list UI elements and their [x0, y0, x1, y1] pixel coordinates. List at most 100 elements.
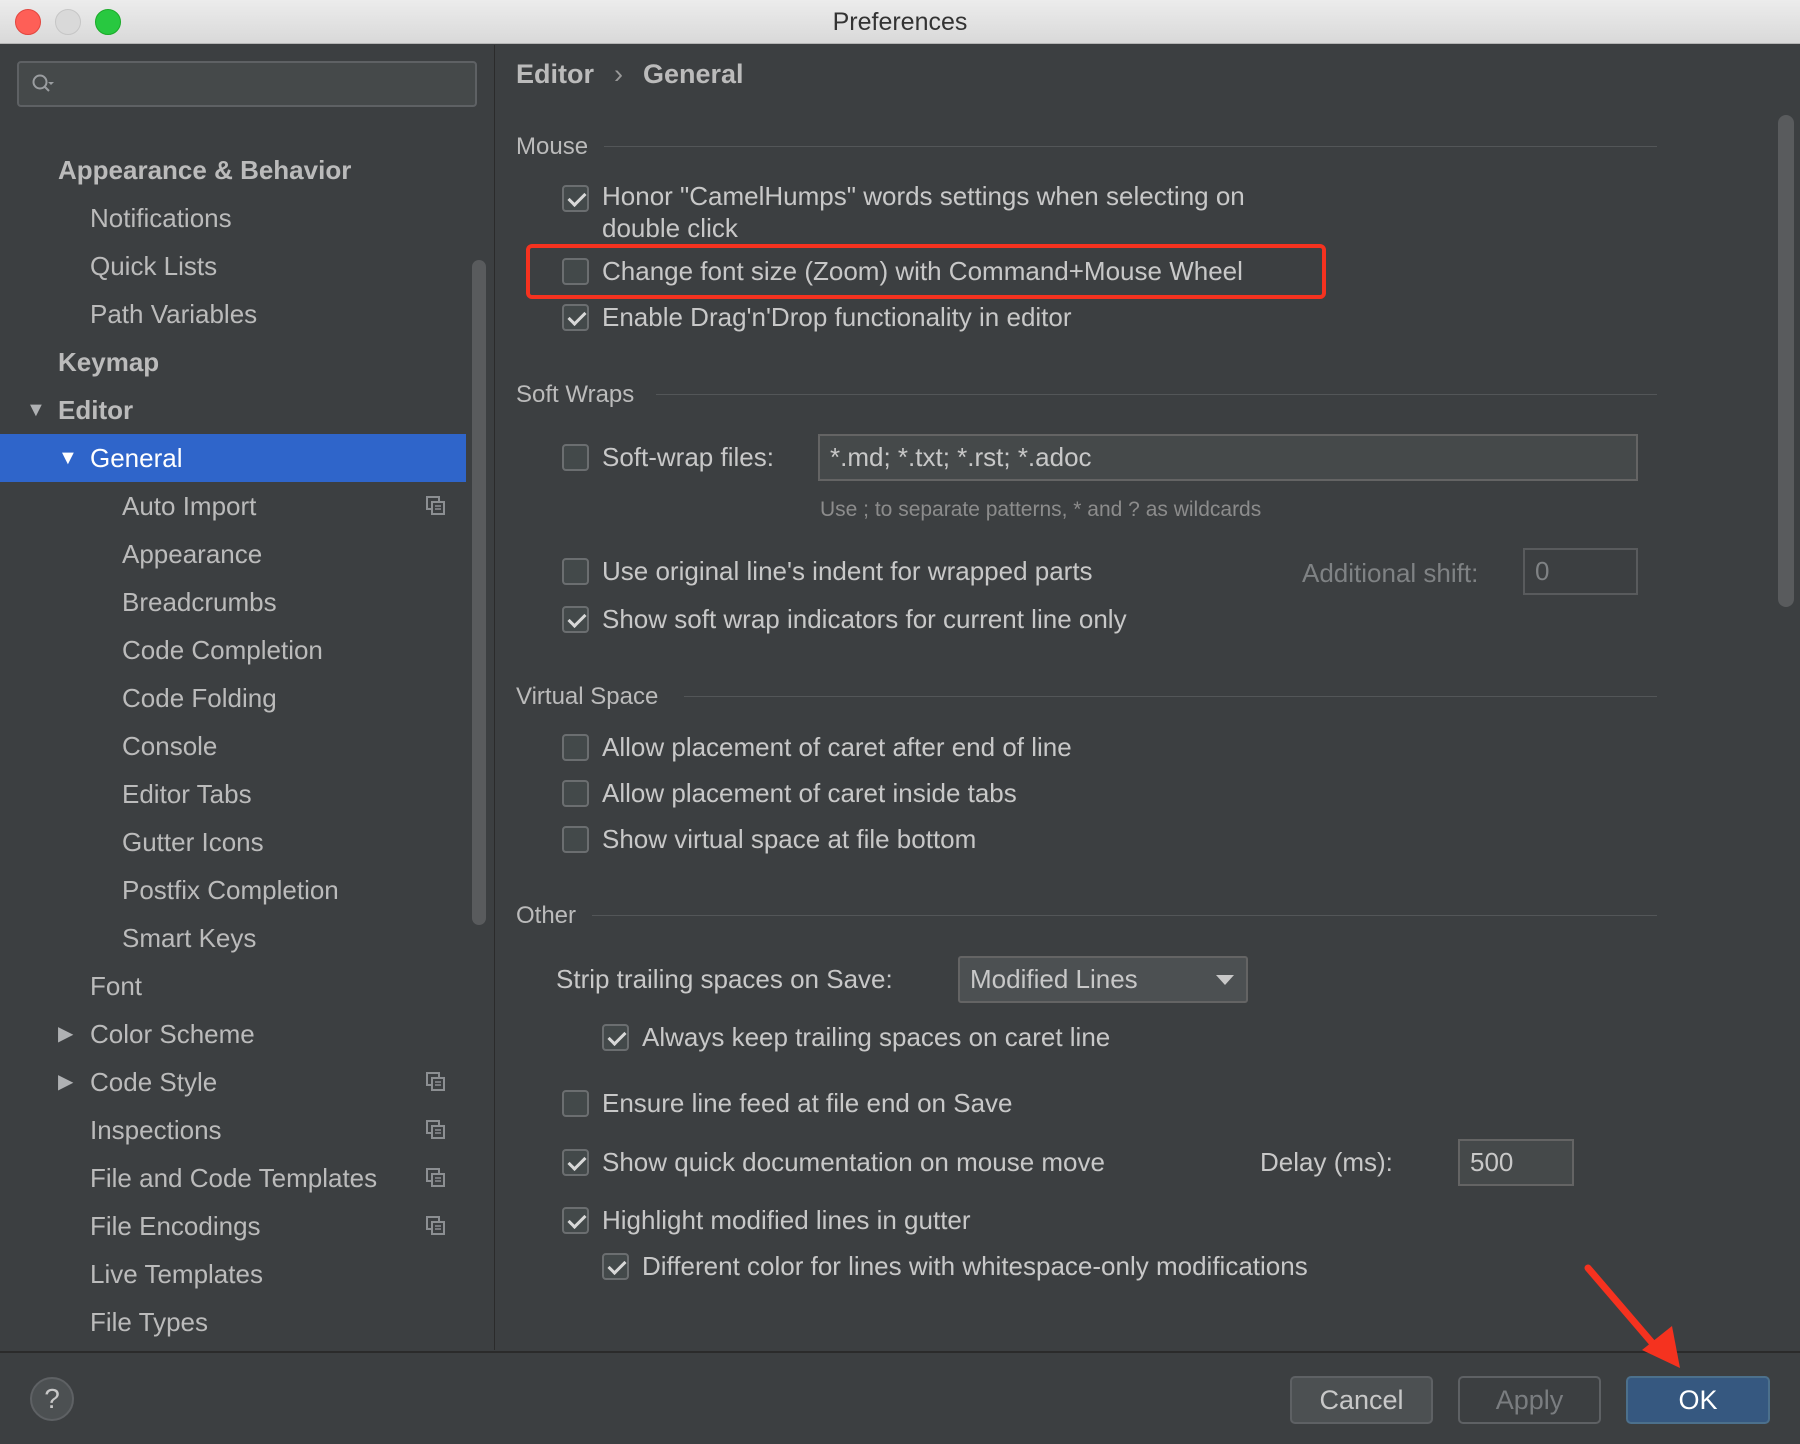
additional-shift-field[interactable]: 0	[1523, 548, 1638, 595]
sidebar-item-appearance[interactable]: Appearance	[0, 530, 466, 578]
virtual-space-bottom-label: Show virtual space at file bottom	[602, 824, 977, 854]
different-color-checkbox[interactable]	[602, 1253, 629, 1280]
collapsed-arrow-icon[interactable]: ▶	[58, 1010, 73, 1058]
content-scrollbar[interactable]	[1778, 115, 1794, 607]
section-title-soft-wraps: Soft Wraps	[516, 381, 635, 408]
sidebar-item-breadcrumbs[interactable]: Breadcrumbs	[0, 578, 466, 626]
settings-content: Editor › General Mouse Honor "CamelHumps" …	[496, 45, 1800, 1350]
sidebar-item-quick-lists[interactable]: Quick Lists	[0, 242, 466, 290]
highlight-modified-label: Highlight modified lines in gutter	[602, 1205, 971, 1235]
ok-button[interactable]: OK	[1626, 1376, 1770, 1424]
sidebar-item-file-encodings[interactable]: File Encodings	[0, 1202, 466, 1250]
sidebar-item-label: File Encodings	[90, 1211, 261, 1241]
project-settings-icon	[426, 1216, 445, 1235]
sidebar-item-label: Console	[122, 731, 218, 761]
sidebar-item-notifications[interactable]: Notifications	[0, 194, 466, 242]
sidebar-item-smart-keys[interactable]: Smart Keys	[0, 914, 466, 962]
strip-trailing-label: Strip trailing spaces on Save:	[556, 964, 893, 994]
sidebar-item-auto-import[interactable]: Auto Import	[0, 482, 466, 530]
sidebar-item-inspections[interactable]: Inspections	[0, 1106, 466, 1154]
camelhumps-checkbox[interactable]	[562, 185, 589, 212]
camelhumps-label: Honor "CamelHumps" words settings when s…	[602, 181, 1245, 211]
sidebar-item-label: Path Variables	[90, 299, 258, 329]
zoom-label: Change font size (Zoom) with Command+Mou…	[602, 256, 1243, 286]
breadcrumb-separator: ›	[614, 59, 623, 89]
additional-shift-label: Additional shift:	[1302, 558, 1479, 588]
dragdrop-checkbox[interactable]	[562, 304, 589, 331]
project-settings-icon	[426, 1168, 445, 1187]
apply-button[interactable]: Apply	[1458, 1376, 1601, 1424]
sidebar-item-keymap[interactable]: Keymap	[0, 338, 466, 386]
virtual-space-bottom-checkbox[interactable]	[562, 826, 589, 853]
line-feed-checkbox[interactable]	[562, 1090, 589, 1117]
section-title-virtual-space: Virtual Space	[516, 683, 659, 710]
dialog-button-bar: ? Cancel Apply OK	[0, 1351, 1800, 1444]
strip-trailing-value: Modified Lines	[970, 964, 1138, 994]
highlight-modified-checkbox[interactable]	[562, 1207, 589, 1234]
softwrap-files-checkbox[interactable]	[562, 444, 589, 471]
sidebar-item-path-variables[interactable]: Path Variables	[0, 290, 466, 338]
sidebar-item-label: Live Templates	[90, 1259, 263, 1289]
sidebar-item-label: Code Folding	[122, 683, 277, 713]
sidebar-item-font[interactable]: Font	[0, 962, 466, 1010]
sidebar-item-code-folding[interactable]: Code Folding	[0, 674, 466, 722]
softwrap-patterns-field[interactable]: *.md; *.txt; *.rst; *.adoc	[818, 434, 1638, 481]
quick-doc-checkbox[interactable]	[562, 1149, 589, 1176]
sidebar-item-general[interactable]: ▼ General	[0, 434, 466, 482]
line-feed-label: Ensure line feed at file end on Save	[602, 1088, 1013, 1118]
sidebar-item-label: Code Completion	[122, 635, 323, 665]
delay-field[interactable]: 500	[1458, 1139, 1574, 1186]
sidebar-item-editor[interactable]: ▼ Editor	[0, 386, 466, 434]
sidebar-item-editor-tabs[interactable]: Editor Tabs	[0, 770, 466, 818]
sidebar-item-color-scheme[interactable]: ▶ Color Scheme	[0, 1010, 466, 1058]
caret-after-eol-label: Allow placement of caret after end of li…	[602, 732, 1072, 762]
original-indent-label: Use original line's indent for wrapped p…	[602, 556, 1093, 586]
sidebar-item-live-templates[interactable]: Live Templates	[0, 1250, 466, 1298]
sidebar-item-label: Auto Import	[122, 491, 257, 521]
sidebar-item-label: Inspections	[90, 1115, 222, 1145]
section-divider	[592, 915, 1657, 916]
delay-label: Delay (ms):	[1260, 1147, 1393, 1177]
sidebar-item-appearance-behavior[interactable]: Appearance & Behavior	[0, 146, 466, 194]
title-bar: Preferences	[0, 0, 1800, 44]
sidebar-item-console[interactable]: Console	[0, 722, 466, 770]
different-color-label: Different color for lines with whitespac…	[642, 1251, 1308, 1281]
strip-trailing-dropdown[interactable]: Modified Lines	[958, 956, 1248, 1003]
help-button[interactable]: ?	[30, 1377, 74, 1421]
sidebar-item-postfix-completion[interactable]: Postfix Completion	[0, 866, 466, 914]
sidebar-item-gutter-icons[interactable]: Gutter Icons	[0, 818, 466, 866]
sidebar-item-label: Keymap	[58, 347, 160, 377]
expanded-arrow-icon[interactable]: ▼	[58, 434, 78, 482]
search-input[interactable]	[17, 61, 477, 107]
sidebar-item-label: Color Scheme	[90, 1019, 255, 1049]
project-settings-icon	[426, 1120, 445, 1139]
cancel-button[interactable]: Cancel	[1290, 1376, 1433, 1424]
sidebar-item-code-style[interactable]: ▶ Code Style	[0, 1058, 466, 1106]
sidebar-item-label: Postfix Completion	[122, 875, 339, 905]
project-settings-icon	[426, 496, 445, 515]
sidebar-item-code-completion[interactable]: Code Completion	[0, 626, 466, 674]
breadcrumb: Editor › General	[516, 59, 744, 90]
chevron-down-icon	[1216, 975, 1234, 985]
breadcrumb-parent[interactable]: Editor	[516, 59, 594, 89]
caret-inside-tabs-checkbox[interactable]	[562, 780, 589, 807]
search-icon	[32, 74, 54, 92]
caret-after-eol-checkbox[interactable]	[562, 734, 589, 761]
section-title-other: Other	[516, 902, 577, 929]
section-divider	[656, 394, 1657, 395]
sidebar-item-label: Font	[90, 971, 143, 1001]
section-title-mouse: Mouse	[516, 133, 589, 160]
sidebar-item-file-types[interactable]: File Types	[0, 1298, 466, 1346]
expanded-arrow-icon[interactable]: ▼	[26, 386, 46, 434]
sidebar-item-label: Breadcrumbs	[122, 587, 277, 617]
tree-scrollbar[interactable]	[472, 260, 486, 925]
collapsed-arrow-icon[interactable]: ▶	[58, 1058, 73, 1106]
sidebar-item-file-and-code-templates[interactable]: File and Code Templates	[0, 1154, 466, 1202]
zoom-checkbox[interactable]	[562, 258, 589, 285]
sidebar-item-label: Notifications	[90, 203, 232, 233]
sidebar-item-label: Editor	[58, 395, 134, 425]
soft-wrap-indicators-checkbox[interactable]	[562, 606, 589, 633]
keep-trailing-checkbox[interactable]	[602, 1024, 629, 1051]
original-indent-checkbox[interactable]	[562, 558, 589, 585]
section-divider	[684, 696, 1657, 697]
